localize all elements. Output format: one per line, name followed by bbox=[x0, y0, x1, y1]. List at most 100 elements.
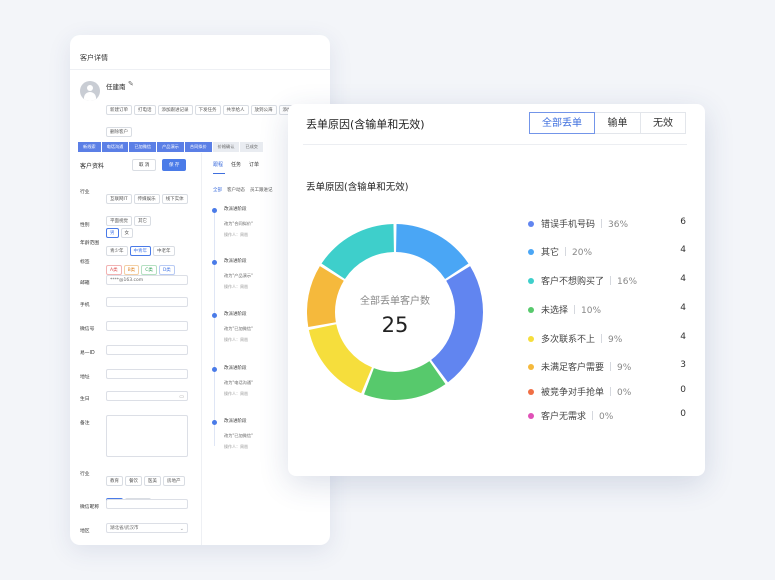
timeline-change: 改为"电话沟通" bbox=[224, 380, 253, 385]
active-tab-underline bbox=[213, 173, 225, 174]
donut-slice[interactable] bbox=[431, 266, 483, 383]
other-id-field[interactable] bbox=[106, 345, 188, 355]
pipeline-stage[interactable]: 已成交 bbox=[240, 142, 263, 152]
action-to-pool[interactable]: 放到公海 bbox=[250, 105, 277, 115]
legend-item[interactable]: 未选择 10% 4 bbox=[528, 303, 686, 317]
industry2-tag[interactable]: 餐饮 bbox=[125, 476, 142, 486]
profile-title: 客户资料 bbox=[80, 163, 105, 170]
tag-label: 标签 bbox=[80, 260, 90, 265]
age-option[interactable]: 中老年 bbox=[153, 246, 175, 256]
legend-separator bbox=[601, 334, 603, 343]
detail-tabs: 跟程 任务 订单 bbox=[213, 161, 267, 168]
region-select[interactable]: 湖北省/武汉市 ⌄ bbox=[106, 523, 188, 533]
pipeline-stage[interactable]: 价格确认 bbox=[212, 142, 240, 152]
wechat-nick-label: 微信昵称 bbox=[80, 505, 100, 510]
wechat-field[interactable] bbox=[106, 321, 188, 331]
age-option[interactable]: 青少年 bbox=[106, 246, 128, 256]
action-share[interactable]: 共享给人 bbox=[222, 105, 249, 115]
legend-count: 4 bbox=[680, 274, 686, 284]
save-button[interactable]: 保 存 bbox=[162, 159, 187, 171]
email-field[interactable]: ****@163.com bbox=[106, 275, 188, 285]
legend-item[interactable]: 客户无需求 0% 0 bbox=[528, 409, 686, 423]
timeline-change: 改为"已加微信" bbox=[224, 433, 253, 438]
legend-count: 6 bbox=[680, 217, 686, 227]
donut-slice[interactable] bbox=[308, 324, 372, 394]
edit-icon[interactable]: ✎ bbox=[128, 80, 134, 88]
chevron-down-icon: ⌄ bbox=[179, 526, 184, 532]
phone-field[interactable] bbox=[106, 297, 188, 307]
donut-chart: 全部丢单客户数 25 bbox=[307, 224, 483, 400]
legend-dot bbox=[528, 413, 534, 419]
legend-count: 4 bbox=[680, 332, 686, 342]
legend-item[interactable]: 其它 20% 4 bbox=[528, 245, 686, 259]
pipeline-stage[interactable]: 产品演示 bbox=[157, 142, 184, 152]
donut-slice[interactable] bbox=[396, 224, 469, 279]
wechat-nick-field[interactable] bbox=[106, 499, 188, 509]
legend-dot bbox=[528, 307, 534, 313]
donut-slice[interactable] bbox=[321, 224, 394, 279]
tab-orders[interactable]: 订单 bbox=[249, 162, 259, 168]
notes-textarea[interactable] bbox=[106, 415, 188, 457]
region-label: 地区 bbox=[80, 529, 90, 534]
industry2-tag[interactable]: 医美 bbox=[144, 476, 161, 486]
action-assign-task[interactable]: 下发任务 bbox=[194, 105, 221, 115]
timeline-operator: 操作人：周凿 bbox=[224, 391, 248, 396]
timeline-dot bbox=[212, 367, 217, 372]
segment-lost[interactable]: 输单 bbox=[594, 112, 641, 134]
cancel-button[interactable]: 取 消 bbox=[132, 159, 157, 171]
tab-tasks[interactable]: 任务 bbox=[231, 162, 241, 168]
legend-percent: 9% bbox=[617, 363, 632, 373]
pipeline-stage[interactable]: 新线索 bbox=[78, 142, 101, 152]
lost-orders-panel: 丢单原因(含输单和无效) 全部丢单 输单 无效 丢单原因(含输单和无效) 全部丢… bbox=[288, 104, 705, 476]
legend-name: 错误手机号码 bbox=[541, 220, 596, 230]
legend-dot bbox=[528, 389, 534, 395]
action-add-followup[interactable]: 添加跟进记录 bbox=[157, 105, 193, 115]
gender-label: 性别 bbox=[80, 223, 90, 228]
donut-slice[interactable] bbox=[307, 266, 344, 327]
birthday-field[interactable]: ▭ bbox=[106, 391, 188, 401]
pipeline-stage[interactable]: 电话沟通 bbox=[101, 142, 129, 152]
legend-dot bbox=[528, 336, 534, 342]
industry2-tag[interactable]: 房地产 bbox=[163, 476, 185, 486]
timeline-dot bbox=[212, 260, 217, 265]
timeline-title: 改派进阶段 bbox=[224, 207, 247, 212]
legend-item[interactable]: 被竞争对手抢单 0% 0 bbox=[528, 385, 686, 399]
legend-item[interactable]: 多次联系不上 9% 4 bbox=[528, 332, 686, 346]
industry2-tag[interactable]: 教育 bbox=[106, 476, 123, 486]
legend-name: 客户无需求 bbox=[541, 412, 587, 422]
segment-all-lost[interactable]: 全部丢单 bbox=[529, 112, 595, 134]
legend-dot bbox=[528, 278, 534, 284]
legend-item[interactable]: 客户不想购买了 16% 4 bbox=[528, 274, 686, 288]
industry-tag[interactable]: 线下实体 bbox=[161, 194, 188, 204]
other-id-label: 易一ID bbox=[80, 351, 95, 356]
action-call[interactable]: 打电话 bbox=[134, 105, 156, 115]
birthday-label: 生日 bbox=[80, 397, 90, 402]
tag-option[interactable]: A类 bbox=[106, 265, 122, 275]
segment-invalid[interactable]: 无效 bbox=[640, 112, 686, 134]
age-option[interactable]: 中青年 bbox=[129, 246, 151, 256]
industry-tag[interactable]: 传媒娱乐 bbox=[133, 194, 160, 204]
wechat-label: 微信号 bbox=[80, 327, 95, 332]
donut-slice[interactable] bbox=[364, 361, 446, 400]
donut-center-label: 全部丢单客户数 bbox=[360, 294, 430, 307]
pipeline-stage[interactable]: 合同拟价 bbox=[184, 142, 212, 152]
action-new-order[interactable]: 新建订单 bbox=[106, 105, 132, 115]
industry-tag[interactable]: 互联网IT bbox=[106, 194, 132, 204]
tag-option[interactable]: B类 bbox=[123, 265, 140, 275]
address-field[interactable] bbox=[106, 369, 188, 379]
timeline-operator: 操作人：周凿 bbox=[224, 444, 248, 449]
tag-option[interactable]: C类 bbox=[141, 265, 157, 275]
subtab-customer[interactable]: 客户动态 bbox=[227, 188, 245, 193]
legend-percent: 0% bbox=[617, 388, 632, 398]
legend-item[interactable]: 未满足客户需要 9% 3 bbox=[528, 360, 686, 374]
chart-title: 丢单原因(含输单和无效) bbox=[306, 182, 409, 193]
timeline-dot bbox=[212, 313, 217, 318]
timeline-title: 改派进阶段 bbox=[224, 419, 247, 424]
subtab-staff[interactable]: 员工跟进记 bbox=[250, 188, 273, 193]
subtab-all[interactable]: 全部 bbox=[213, 188, 222, 193]
tag-option[interactable]: D类 bbox=[158, 265, 175, 275]
industry-tag[interactable]: 其它 bbox=[134, 216, 151, 226]
tab-progress[interactable]: 跟程 bbox=[213, 162, 223, 168]
pipeline-stage[interactable]: 已加微信 bbox=[129, 142, 157, 152]
legend-item[interactable]: 错误手机号码 36% 6 bbox=[528, 217, 686, 231]
